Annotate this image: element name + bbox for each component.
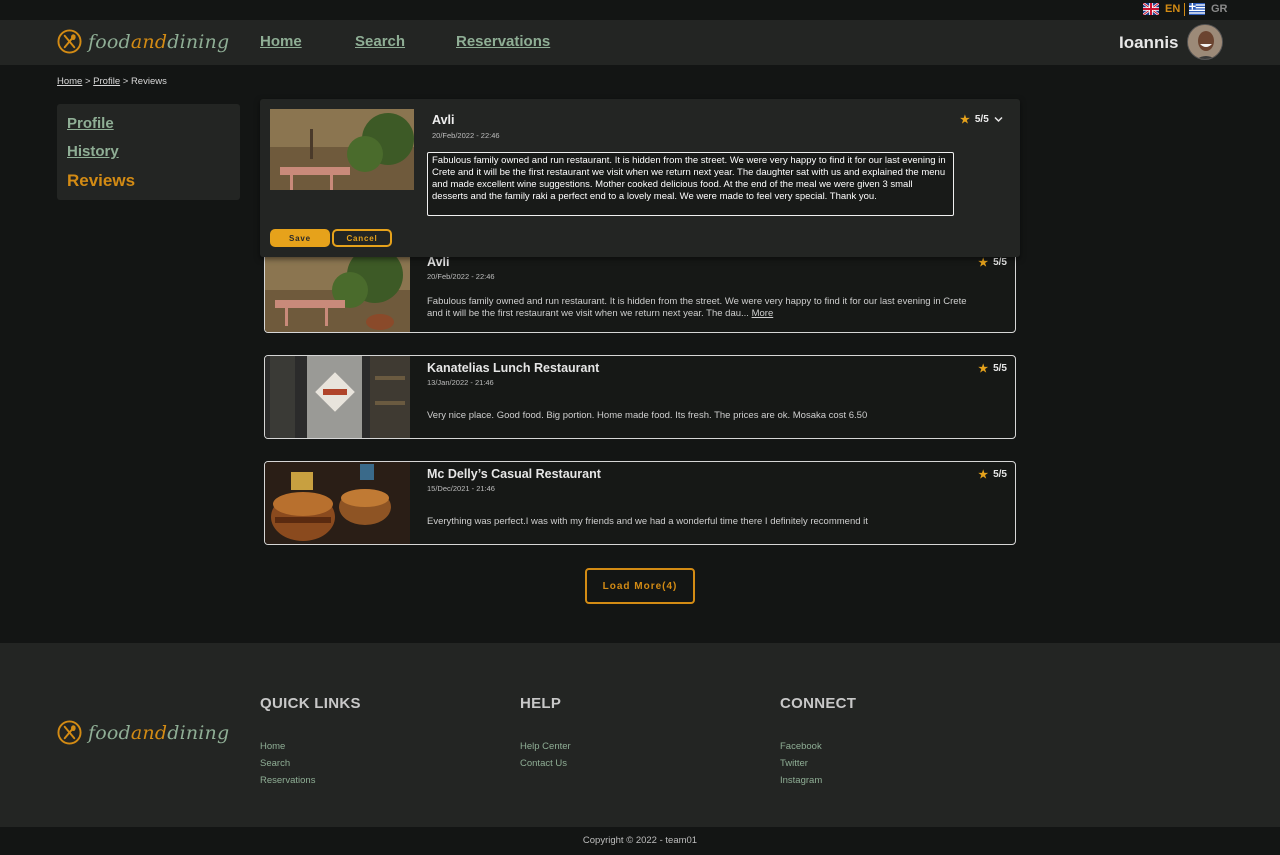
review-text: Fabulous family owned and run restaurant… — [427, 296, 967, 319]
user-avatar[interactable] — [1187, 24, 1223, 60]
restaurant-photo — [270, 109, 414, 190]
fork-spoon-icon — [57, 720, 82, 745]
language-gr[interactable]: GR — [1189, 3, 1228, 15]
restaurant-photo — [265, 356, 410, 438]
review-date: 20/Feb/2022 - 22:46 — [427, 272, 495, 281]
review-restaurant-name: Mc Delly’s Casual Restaurant — [427, 467, 601, 481]
brand-name: foodanddining — [88, 30, 230, 53]
star-icon: ★ — [978, 363, 989, 375]
star-icon: ★ — [978, 257, 989, 269]
sidebar-item-reviews[interactable]: Reviews — [67, 171, 135, 191]
fork-spoon-icon — [57, 29, 82, 54]
edit-restaurant-name: Avli — [432, 113, 455, 127]
footer-quick-links: QUICK LINKS Home Search Reservations — [260, 695, 361, 789]
review-more-link[interactable]: More — [752, 308, 774, 319]
footer: foodanddining QUICK LINKS Home Search Re… — [0, 643, 1280, 827]
brand-name: foodanddining — [88, 721, 230, 744]
review-card[interactable]: Kanatelias Lunch Restaurant 13/Jan/2022 … — [264, 355, 1016, 439]
footer-heading: CONNECT — [780, 695, 857, 712]
language-gr-label: GR — [1211, 3, 1228, 15]
footer-heading: QUICK LINKS — [260, 695, 361, 712]
review-text-editor[interactable]: Fabulous family owned and run restaurant… — [427, 152, 954, 216]
brand-logo[interactable]: foodanddining — [57, 29, 229, 54]
breadcrumb-separator: > — [82, 76, 94, 87]
review-restaurant-name: Avli — [427, 255, 450, 269]
footer-link-reservations[interactable]: Reservations — [260, 772, 361, 789]
star-icon: ★ — [978, 469, 989, 481]
footer-link-contact-us[interactable]: Contact Us — [520, 755, 571, 772]
review-text: Very nice place. Good food. Big portion.… — [427, 410, 868, 421]
save-button[interactable]: Save — [270, 229, 330, 247]
restaurant-photo — [265, 250, 410, 332]
footer-link-instagram[interactable]: Instagram — [780, 772, 856, 789]
footer-connect: CONNECT Facebook Twitter Instagram — [780, 695, 856, 789]
language-divider — [1184, 3, 1185, 16]
copyright: Copyright © 2022 - team01 — [0, 827, 1280, 855]
chevron-down-icon — [994, 116, 1003, 123]
edit-review-panel: Avli 20/Feb/2022 - 22:46 ★ 5/5 Fabulous … — [260, 99, 1020, 257]
review-card[interactable]: Mc Delly’s Casual Restaurant 15/Dec/2021… — [264, 461, 1016, 545]
review-date: 13/Jan/2022 - 21:46 — [427, 378, 494, 387]
language-en[interactable]: EN — [1143, 3, 1180, 15]
breadcrumb-home-link[interactable]: Home — [57, 76, 82, 87]
profile-sidebar: Profile History Reviews — [57, 104, 240, 200]
language-bar: EN GR — [0, 0, 1280, 20]
restaurant-photo — [265, 462, 410, 544]
review-rating: ★ 5/5 — [978, 257, 1007, 269]
avatar-image — [1188, 25, 1222, 59]
review-restaurant-name: Kanatelias Lunch Restaurant — [427, 361, 600, 375]
footer-help: HELP Help Center Contact Us — [520, 695, 571, 772]
footer-brand-logo[interactable]: foodanddining — [57, 720, 229, 745]
sidebar-item-profile[interactable]: Profile — [67, 115, 114, 132]
nav-home-link[interactable]: Home — [260, 33, 302, 50]
review-card[interactable]: Avli 20/Feb/2022 - 22:46 ★ 5/5 Fabulous … — [264, 249, 1016, 333]
top-navbar: foodanddining Home Search Reservations I… — [0, 20, 1280, 65]
breadcrumb-separator: > — [120, 76, 131, 87]
star-icon: ★ — [960, 114, 970, 126]
review-rating: ★ 5/5 — [978, 363, 1007, 375]
breadcrumb: Home > Profile > Reviews — [57, 76, 167, 87]
language-en-label: EN — [1165, 3, 1181, 15]
nav-reservations-link[interactable]: Reservations — [456, 33, 550, 50]
uk-flag-icon — [1143, 3, 1159, 15]
cancel-button[interactable]: Cancel — [332, 229, 392, 247]
user-name[interactable]: Ioannis — [1119, 33, 1179, 53]
load-more-button[interactable]: Load More(4) — [585, 568, 695, 604]
breadcrumb-current: Reviews — [130, 76, 167, 87]
footer-link-search[interactable]: Search — [260, 755, 361, 772]
nav-search-link[interactable]: Search — [355, 33, 405, 50]
edit-review-date: 20/Feb/2022 - 22:46 — [432, 131, 500, 140]
breadcrumb-profile-link[interactable]: Profile — [93, 76, 120, 87]
sidebar-item-history[interactable]: History — [67, 143, 119, 160]
review-date: 15/Dec/2021 - 21:46 — [427, 484, 495, 493]
footer-link-help-center[interactable]: Help Center — [520, 738, 571, 755]
footer-link-facebook[interactable]: Facebook — [780, 738, 856, 755]
rating-dropdown[interactable]: ★ 5/5 — [960, 113, 1003, 126]
greece-flag-icon — [1189, 3, 1205, 15]
review-text: Everything was perfect.I was with my fri… — [427, 516, 868, 527]
review-rating: ★ 5/5 — [978, 469, 1007, 481]
rating-value: 5/5 — [974, 114, 989, 125]
footer-link-home[interactable]: Home — [260, 738, 361, 755]
footer-link-twitter[interactable]: Twitter — [780, 755, 856, 772]
footer-heading: HELP — [520, 695, 562, 712]
